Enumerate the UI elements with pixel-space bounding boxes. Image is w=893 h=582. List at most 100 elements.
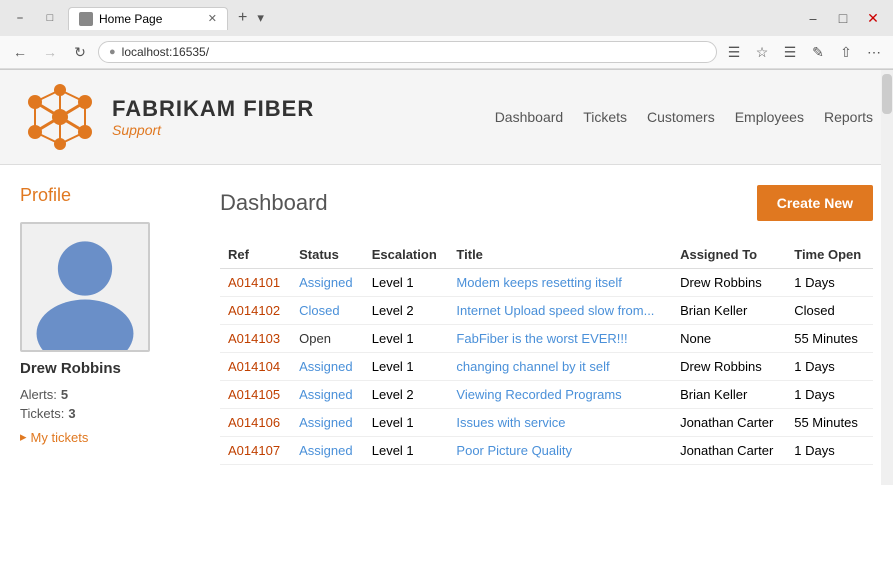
nav-item-employees[interactable]: Employees	[735, 109, 804, 125]
my-tickets-label[interactable]: My tickets	[31, 430, 89, 445]
ref-link[interactable]: A014103	[228, 331, 280, 346]
status-cell: Open	[291, 325, 364, 353]
tab-close-btn[interactable]: ✕	[208, 12, 217, 25]
ref-link[interactable]: A014106	[228, 415, 280, 430]
title-link[interactable]: changing channel by it self	[456, 359, 609, 374]
sidebar: Profile Drew Robbins Alerts: 5 Tickets: …	[20, 185, 200, 465]
brand-name: FABRIKAM FIBER	[112, 96, 314, 122]
time-cell: Closed	[786, 297, 873, 325]
tickets-row: Tickets: 3	[20, 406, 200, 421]
col-ref: Ref	[220, 241, 291, 269]
window-tile[interactable]: □	[38, 6, 62, 30]
scrollbar-thumb[interactable]	[882, 74, 892, 114]
user-avatar	[20, 222, 150, 352]
reader-view-icon[interactable]: ☰	[723, 41, 745, 63]
address-lock-icon: ●	[109, 46, 116, 58]
nav-item-customers[interactable]: Customers	[647, 109, 715, 125]
address-bar[interactable]: ● localhost:16535/	[98, 41, 717, 63]
time-cell: 1 Days	[786, 269, 873, 297]
col-escalation: Escalation	[364, 241, 449, 269]
favorites-icon[interactable]: ☆	[751, 41, 773, 63]
window-maximize-btn[interactable]: □	[831, 6, 855, 30]
table-row: A014101 Assigned Level 1 Modem keeps res…	[220, 269, 873, 297]
time-cell: 1 Days	[786, 437, 873, 465]
dashboard-title: Dashboard	[220, 190, 328, 216]
alerts-label: Alerts:	[20, 387, 57, 402]
status-cell: Assigned	[291, 353, 364, 381]
status-cell: Assigned	[291, 381, 364, 409]
forward-button[interactable]: →	[38, 40, 62, 64]
alerts-value: 5	[61, 387, 68, 402]
tag-icon: ▸	[20, 429, 27, 445]
nav-item-tickets[interactable]: Tickets	[583, 109, 627, 125]
title-link[interactable]: Poor Picture Quality	[456, 443, 572, 458]
status-cell: Assigned	[291, 409, 364, 437]
table-row: A014105 Assigned Level 2 Viewing Recorde…	[220, 381, 873, 409]
title-bar: ⎯ □ Home Page ✕ + ▾ ⎯ □ ✕	[0, 0, 893, 36]
escalation-cell: Level 1	[364, 353, 449, 381]
assigned-cell: Drew Robbins	[672, 353, 786, 381]
title-link[interactable]: Issues with service	[456, 415, 565, 430]
escalation-cell: Level 1	[364, 437, 449, 465]
back-button[interactable]: ←	[8, 40, 32, 64]
window-close-btn[interactable]: ✕	[861, 6, 885, 30]
assigned-cell: None	[672, 325, 786, 353]
header-top: FABRIKAM FIBER Support Dashboard Tickets…	[20, 70, 873, 164]
sidebar-title: Profile	[20, 185, 200, 206]
col-time: Time Open	[786, 241, 873, 269]
tab-favicon	[79, 12, 93, 26]
tickets-label: Tickets:	[20, 406, 64, 421]
escalation-cell: Level 2	[364, 297, 449, 325]
avatar-svg	[22, 222, 148, 350]
refresh-button[interactable]: ↻	[68, 40, 92, 64]
table-row: A014102 Closed Level 2 Internet Upload s…	[220, 297, 873, 325]
note-icon[interactable]: ✎	[807, 41, 829, 63]
window-minimize[interactable]: ⎯	[8, 6, 32, 30]
escalation-cell: Level 1	[364, 269, 449, 297]
browser-toolbar: ☰ ☆ ☰ ✎ ⇧ ⋯	[723, 41, 885, 63]
title-link[interactable]: FabFiber is the worst EVER!!!	[456, 331, 627, 346]
table-row: A014107 Assigned Level 1 Poor Picture Qu…	[220, 437, 873, 465]
title-link[interactable]: Modem keeps resetting itself	[456, 275, 621, 290]
tab-title: Home Page	[99, 12, 162, 26]
table-row: A014106 Assigned Level 1 Issues with ser…	[220, 409, 873, 437]
url-text[interactable]: localhost:16535/	[122, 45, 706, 59]
assigned-cell: Drew Robbins	[672, 269, 786, 297]
logo-area: FABRIKAM FIBER Support	[20, 82, 314, 152]
title-link[interactable]: Internet Upload speed slow from...	[456, 303, 654, 318]
main-content: Profile Drew Robbins Alerts: 5 Tickets: …	[0, 165, 893, 485]
col-title: Title	[448, 241, 672, 269]
assigned-cell: Jonathan Carter	[672, 409, 786, 437]
browser-tab-home[interactable]: Home Page ✕	[68, 7, 228, 30]
table-row: A014104 Assigned Level 1 changing channe…	[220, 353, 873, 381]
status-cell: Assigned	[291, 269, 364, 297]
create-new-button[interactable]: Create New	[757, 185, 873, 221]
time-cell: 55 Minutes	[786, 409, 873, 437]
site-header: FABRIKAM FIBER Support Dashboard Tickets…	[0, 70, 893, 165]
table-body: A014101 Assigned Level 1 Modem keeps res…	[220, 269, 873, 465]
ref-link[interactable]: A014101	[228, 275, 280, 290]
col-assigned: Assigned To	[672, 241, 786, 269]
nav-item-reports[interactable]: Reports	[824, 109, 873, 125]
main-nav: Dashboard Tickets Customers Employees Re…	[495, 109, 873, 125]
ref-link[interactable]: A014105	[228, 387, 280, 402]
scrollbar-track[interactable]	[881, 70, 893, 485]
dashboard-area: Dashboard Create New Ref Status Escalati…	[220, 185, 873, 465]
new-tab-button[interactable]: +	[234, 9, 251, 27]
ref-link[interactable]: A014102	[228, 303, 280, 318]
hub-icon[interactable]: ☰	[779, 41, 801, 63]
table-header: Ref Status Escalation Title Assigned To …	[220, 241, 873, 269]
escalation-cell: Level 1	[364, 409, 449, 437]
brand-text: FABRIKAM FIBER Support	[112, 96, 314, 138]
tab-dropdown[interactable]: ▾	[257, 10, 264, 26]
ref-link[interactable]: A014107	[228, 443, 280, 458]
title-link[interactable]: Viewing Recorded Programs	[456, 387, 621, 402]
logo-icon	[20, 82, 100, 152]
assigned-cell: Brian Keller	[672, 381, 786, 409]
nav-item-dashboard[interactable]: Dashboard	[495, 109, 564, 125]
my-tickets-link[interactable]: ▸ My tickets	[20, 429, 200, 445]
share-icon[interactable]: ⇧	[835, 41, 857, 63]
more-icon[interactable]: ⋯	[863, 41, 885, 63]
window-minimize-btn[interactable]: ⎯	[801, 6, 825, 30]
ref-link[interactable]: A014104	[228, 359, 280, 374]
